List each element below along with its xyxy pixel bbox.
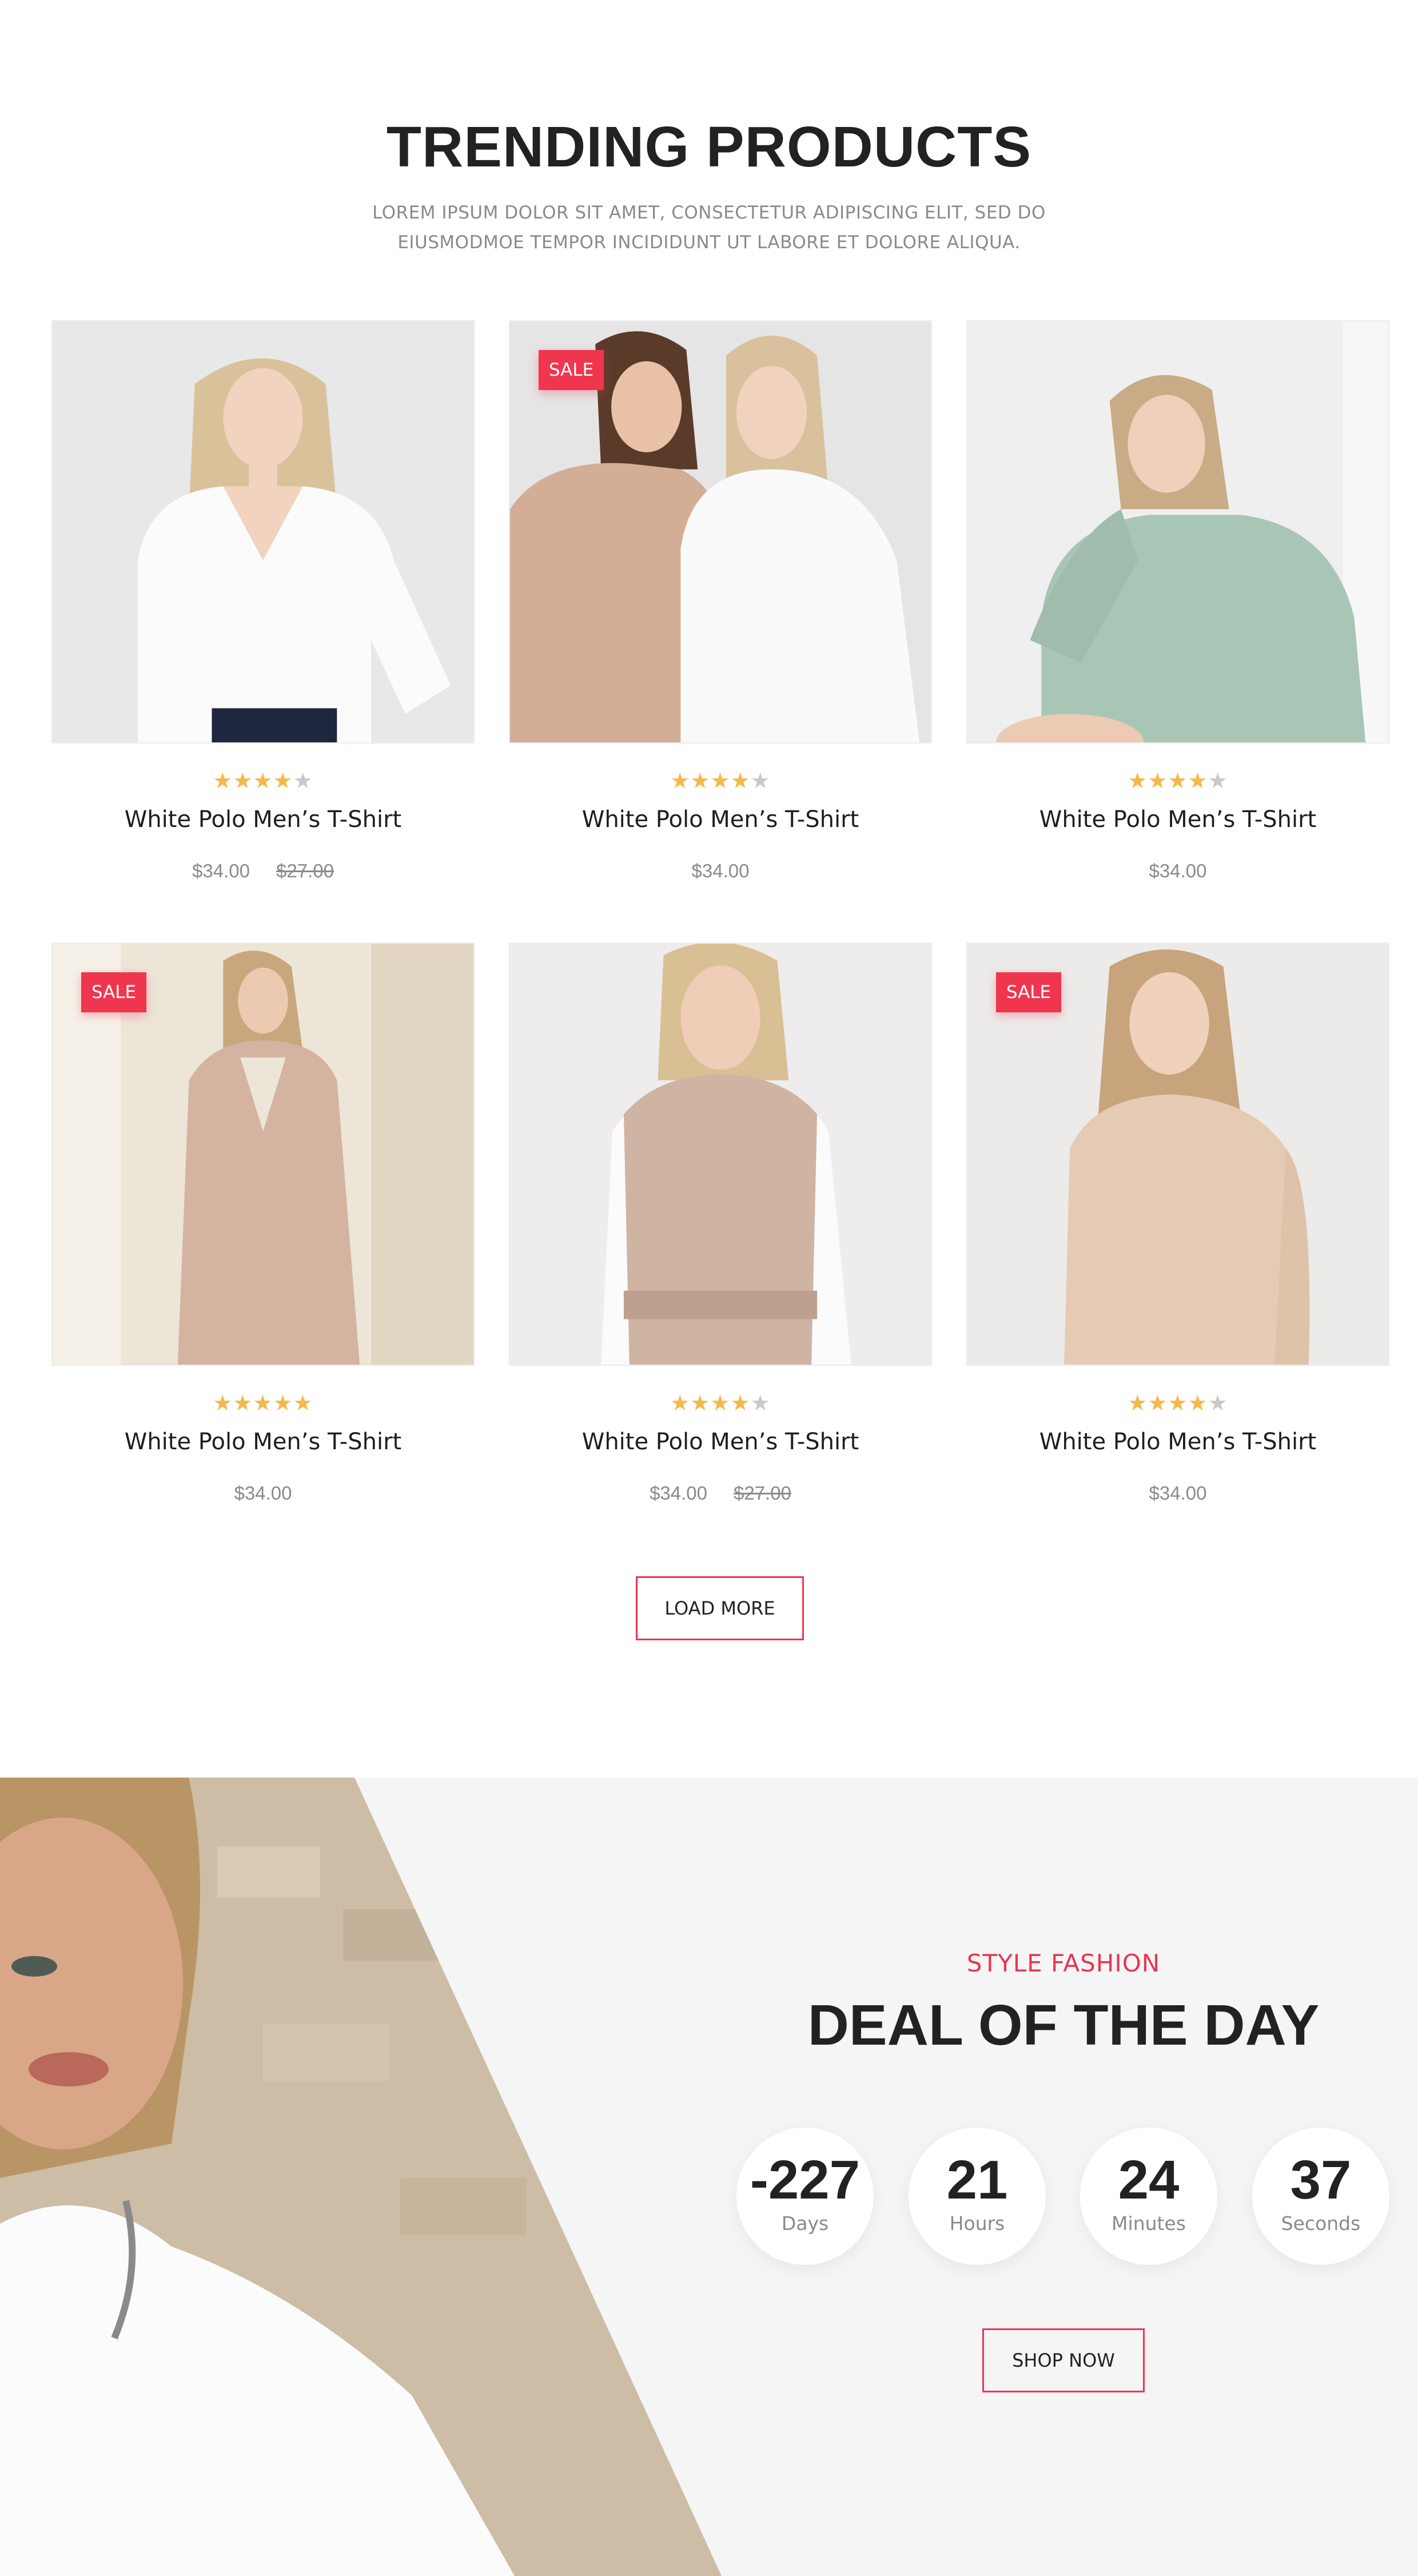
star-icon: ★ bbox=[253, 1392, 273, 1416]
star-icon: ★ bbox=[730, 769, 751, 793]
current-price: $34.00 bbox=[192, 860, 250, 881]
rating-stars: ★★★★★ bbox=[51, 769, 475, 794]
star-empty-icon: ★ bbox=[1208, 769, 1228, 793]
star-icon: ★ bbox=[1188, 1392, 1208, 1416]
product-image-woman-leather-vest[interactable] bbox=[509, 943, 932, 1366]
deal-kicker: STYLE FASHION bbox=[966, 1949, 1161, 1977]
rating-stars: ★★★★★ bbox=[509, 1391, 932, 1416]
countdown-unit: Seconds bbox=[1281, 2212, 1361, 2235]
star-empty-icon: ★ bbox=[1208, 1392, 1228, 1416]
star-icon: ★ bbox=[1168, 1392, 1188, 1416]
deal-of-the-day-section: STYLE FASHION DEAL OF THE DAY -227 Days … bbox=[0, 1778, 1418, 2576]
countdown-hours: 21 Hours bbox=[909, 2128, 1046, 2265]
star-icon: ★ bbox=[273, 769, 293, 793]
countdown-unit: Minutes bbox=[1112, 2212, 1186, 2235]
countdown-value: 37 bbox=[1290, 2149, 1352, 2211]
product-card[interactable]: ★★★★★ White Polo Men’s T-Shirt $34.00 $27… bbox=[51, 320, 475, 892]
star-empty-icon: ★ bbox=[750, 769, 771, 793]
rating-stars: ★★★★★ bbox=[51, 1391, 475, 1416]
countdown-unit: Hours bbox=[949, 2212, 1005, 2235]
countdown-unit: Days bbox=[781, 2212, 829, 2235]
product-card[interactable]: ★★★★★ White Polo Men’s T-Shirt $34.00 bbox=[966, 320, 1389, 892]
star-icon: ★ bbox=[730, 1392, 751, 1416]
star-icon: ★ bbox=[1168, 769, 1188, 793]
star-icon: ★ bbox=[253, 769, 273, 793]
deal-image-woman-white-top bbox=[0, 1778, 726, 2576]
sale-badge: SALE bbox=[539, 350, 604, 390]
star-icon: ★ bbox=[233, 769, 253, 793]
rating-stars: ★★★★★ bbox=[509, 769, 932, 794]
product-image-woman-beige-coat[interactable]: SALE bbox=[51, 943, 475, 1366]
current-price: $34.00 bbox=[1149, 860, 1207, 881]
product-price: $34.00 $27.00 bbox=[509, 1482, 932, 1504]
old-price: $27.00 bbox=[276, 860, 334, 881]
countdown-seconds: 37 Seconds bbox=[1252, 2128, 1389, 2265]
product-name[interactable]: White Polo Men’s T-Shirt bbox=[966, 1429, 1389, 1455]
product-name[interactable]: White Polo Men’s T-Shirt bbox=[51, 806, 475, 833]
old-price: $27.00 bbox=[734, 1482, 791, 1504]
product-price: $34.00 bbox=[509, 860, 932, 882]
current-price: $34.00 bbox=[691, 860, 750, 881]
sale-badge: SALE bbox=[81, 972, 146, 1012]
star-icon: ★ bbox=[710, 1392, 731, 1416]
star-empty-icon: ★ bbox=[293, 769, 313, 793]
star-icon: ★ bbox=[670, 1392, 691, 1416]
current-price: $34.00 bbox=[234, 1482, 292, 1504]
star-icon: ★ bbox=[1128, 769, 1148, 793]
star-icon: ★ bbox=[1148, 1392, 1168, 1416]
star-icon: ★ bbox=[233, 1392, 253, 1416]
star-icon: ★ bbox=[293, 1392, 313, 1416]
shop-now-button[interactable]: SHOP NOW bbox=[982, 2328, 1145, 2392]
product-card[interactable]: SALE ★★★★★ White Polo Men’s T-Shirt $34.… bbox=[966, 943, 1389, 1514]
star-icon: ★ bbox=[670, 769, 691, 793]
product-image-woman-beige-dress[interactable]: SALE bbox=[966, 943, 1389, 1366]
star-icon: ★ bbox=[710, 769, 731, 793]
product-card[interactable]: SALE ★★★★★ White Polo Men’s T-Shirt $34.… bbox=[509, 320, 932, 892]
rating-stars: ★★★★★ bbox=[966, 769, 1389, 794]
star-empty-icon: ★ bbox=[750, 1392, 771, 1416]
countdown-value: 21 bbox=[946, 2149, 1008, 2211]
rating-stars: ★★★★★ bbox=[966, 1391, 1389, 1416]
product-name[interactable]: White Polo Men’s T-Shirt bbox=[966, 806, 1389, 833]
star-icon: ★ bbox=[1148, 769, 1168, 793]
star-icon: ★ bbox=[213, 769, 233, 793]
star-icon: ★ bbox=[273, 1392, 293, 1416]
load-more-button[interactable]: LOAD MORE bbox=[636, 1576, 804, 1640]
section-title: TRENDING PRODUCTS bbox=[386, 115, 1032, 179]
product-price: $34.00 bbox=[51, 1482, 475, 1504]
product-name[interactable]: White Polo Men’s T-Shirt bbox=[509, 1429, 932, 1455]
product-card[interactable]: SALE ★★★★★ White Polo Men’s T-Shirt $34.… bbox=[51, 943, 475, 1514]
sale-badge: SALE bbox=[996, 972, 1061, 1012]
product-price: $34.00 bbox=[966, 860, 1389, 882]
countdown-value: -227 bbox=[750, 2149, 861, 2211]
current-price: $34.00 bbox=[650, 1482, 707, 1504]
section-subtitle: LOREM IPSUM DOLOR SIT AMET, CONSECTETUR … bbox=[372, 202, 1046, 253]
product-image-woman-mint-hoodie[interactable] bbox=[966, 320, 1389, 744]
countdown-value: 24 bbox=[1118, 2149, 1180, 2211]
product-price: $34.00 $27.00 bbox=[51, 860, 475, 882]
current-price: $34.00 bbox=[1149, 1482, 1207, 1504]
trending-products-section: TRENDING PRODUCTS LOREM IPSUM DOLOR SIT … bbox=[0, 0, 1418, 1778]
product-image-woman-white-blouse[interactable] bbox=[51, 320, 475, 744]
deal-title: DEAL OF THE DAY bbox=[807, 1993, 1320, 2057]
product-image-two-women-hoodies[interactable]: SALE bbox=[509, 320, 932, 744]
star-icon: ★ bbox=[213, 1392, 233, 1416]
product-price: $34.00 bbox=[966, 1482, 1389, 1504]
product-name[interactable]: White Polo Men’s T-Shirt bbox=[509, 806, 932, 833]
star-icon: ★ bbox=[690, 1392, 711, 1416]
star-icon: ★ bbox=[1188, 769, 1208, 793]
countdown-days: -227 Days bbox=[736, 2128, 874, 2265]
star-icon: ★ bbox=[690, 769, 711, 793]
product-card[interactable]: ★★★★★ White Polo Men’s T-Shirt $34.00 $27… bbox=[509, 943, 932, 1514]
countdown-minutes: 24 Minutes bbox=[1080, 2128, 1217, 2265]
product-name[interactable]: White Polo Men’s T-Shirt bbox=[51, 1429, 475, 1455]
star-icon: ★ bbox=[1128, 1392, 1148, 1416]
